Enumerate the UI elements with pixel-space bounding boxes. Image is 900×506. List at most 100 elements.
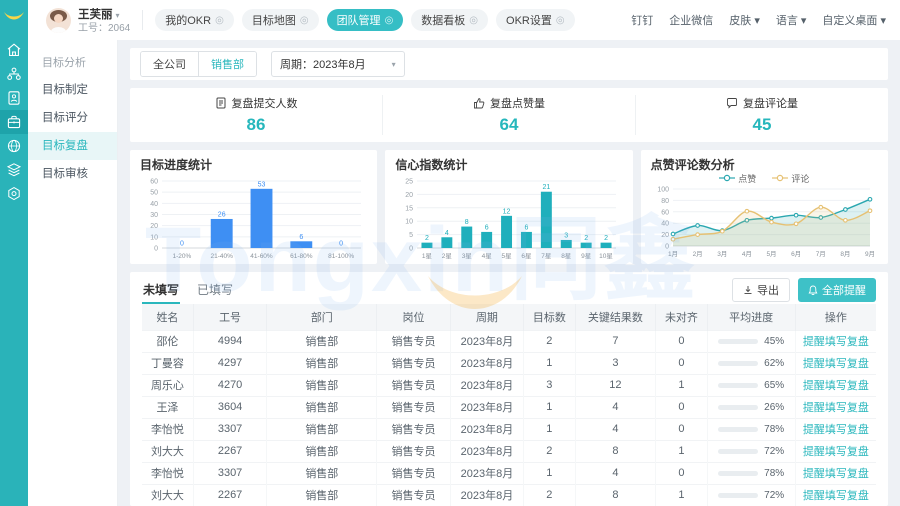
cell-工号: 3307	[193, 418, 266, 440]
svg-text:7月: 7月	[815, 250, 825, 258]
sidebar-item-0[interactable]: 目标制定	[28, 76, 117, 104]
scope-option-0[interactable]: 全公司	[141, 52, 198, 76]
thumb-up-icon	[473, 97, 485, 109]
rail-globe-icon[interactable]	[0, 134, 28, 158]
sidebar-item-1[interactable]: 目标评分	[28, 104, 117, 132]
remind-fill-link[interactable]: 提醒填写复盘	[803, 402, 869, 414]
remind-fill-link[interactable]: 提醒填写复盘	[803, 380, 869, 392]
avatar[interactable]	[46, 8, 71, 33]
svg-text:4月: 4月	[741, 250, 751, 258]
filter-bar: 全公司销售部 周期：2023年8月 ▾	[130, 48, 888, 80]
svg-text:0: 0	[339, 241, 343, 248]
chart-card-0: 目标进度统计010203040506001-20%2621-40%5341-60…	[130, 150, 377, 264]
svg-text:61-80%: 61-80%	[290, 253, 313, 260]
cell-action: 提醒填写复盘	[795, 374, 876, 396]
rail-gear-icon[interactable]	[0, 182, 28, 206]
rail-doc-user-icon[interactable]	[0, 86, 28, 110]
cell-工号: 4297	[193, 352, 266, 374]
target-ring-icon: ◎	[300, 15, 309, 26]
svg-text:10: 10	[150, 234, 158, 241]
svg-text:9星: 9星	[581, 252, 592, 260]
svg-text:2月: 2月	[692, 250, 702, 258]
period-dropdown[interactable]: 周期：2023年8月 ▾	[271, 51, 405, 77]
svg-text:8星: 8星	[562, 252, 573, 260]
cell-未对齐: 0	[656, 330, 707, 352]
cell-岗位: 销售专员	[377, 374, 450, 396]
svg-text:4星: 4星	[482, 252, 493, 260]
topbar: 王芙丽▾ 工号：2064 我的OKR◎ 目标地图◎ 团队管理◎ 数据看板◎ OKR设置◎…	[28, 0, 900, 40]
svg-text:80: 80	[661, 198, 669, 205]
cell-周期: 2023年8月	[450, 396, 523, 418]
stat-2: 复盘评论量 45	[635, 95, 888, 135]
app-logo[interactable]	[0, 0, 28, 34]
top-tab-4[interactable]: OKR设置◎	[496, 9, 575, 31]
topbar-action-2[interactable]: 皮肤 ▾	[729, 12, 760, 28]
scope-option-1[interactable]: 销售部	[198, 52, 256, 76]
cell-岗位: 销售专员	[377, 396, 450, 418]
remind-fill-link[interactable]: 提醒填写复盘	[803, 490, 869, 502]
cell-部门: 销售部	[267, 374, 377, 396]
remind-fill-link[interactable]: 提醒填写复盘	[803, 358, 869, 370]
cell-工号: 3604	[193, 396, 266, 418]
charts-row: 目标进度统计010203040506001-20%2621-40%5341-60…	[130, 150, 888, 264]
remind-fill-link[interactable]: 提醒填写复盘	[803, 424, 869, 436]
cell-关键结果数: 8	[575, 484, 656, 506]
topbar-action-4[interactable]: 自定义桌面 ▾	[822, 12, 886, 28]
export-button[interactable]: 导出	[732, 278, 790, 302]
stat-label: 复盘评论量	[743, 95, 798, 111]
sidebar-item-3[interactable]: 目标审核	[28, 160, 117, 188]
col-header-6: 关键结果数	[575, 304, 656, 330]
cell-部门: 销售部	[267, 418, 377, 440]
top-tab-2[interactable]: 团队管理◎	[327, 9, 404, 31]
topbar-action-1[interactable]: 企业微信	[669, 12, 713, 28]
user-block[interactable]: 王芙丽▾ 工号：2064	[78, 5, 130, 35]
table-row: 李怡悦3307销售部销售专员2023年8月14078%提醒填写复盘	[142, 462, 876, 484]
svg-text:60: 60	[150, 179, 158, 186]
svg-text:8: 8	[465, 219, 469, 226]
table-row: 刘大大2267销售部销售专员2023年8月28172%提醒填写复盘	[142, 440, 876, 462]
table-tab-0[interactable]: 未填写	[142, 277, 180, 304]
rail-home-icon[interactable]	[0, 38, 28, 62]
stat-value: 64	[383, 115, 635, 135]
remind-fill-link[interactable]: 提醒填写复盘	[803, 468, 869, 480]
chart-card-1: 信心指数统计051015202521星42星83星64星125星66星217星3…	[385, 150, 632, 264]
svg-text:5: 5	[409, 232, 413, 239]
rail-org-icon[interactable]	[0, 62, 28, 86]
cell-工号: 2267	[193, 484, 266, 506]
remind-fill-link[interactable]: 提醒填写复盘	[803, 446, 869, 458]
cell-姓名: 丁曼容	[142, 352, 193, 374]
cell-工号: 4270	[193, 374, 266, 396]
chart-title: 点赞评论数分析	[651, 158, 878, 172]
cell-周期: 2023年8月	[450, 330, 523, 352]
bar-chart-plot: 010203040506001-20%2621-40%5341-60%661-8…	[140, 172, 367, 260]
svg-text:15: 15	[406, 205, 414, 212]
svg-text:40: 40	[661, 221, 669, 228]
svg-text:21: 21	[543, 184, 551, 191]
sidebar-item-2[interactable]: 目标复盘	[28, 132, 117, 160]
remind-all-button[interactable]: 全部提醒	[798, 278, 876, 302]
stat-0: 复盘提交人数86	[130, 95, 382, 135]
target-ring-icon: ◎	[385, 15, 394, 26]
remind-fill-link[interactable]: 提醒填写复盘	[803, 336, 869, 348]
cell-progress: 72%	[707, 484, 795, 506]
col-header-4: 周期	[450, 304, 523, 330]
svg-text:5月: 5月	[766, 250, 776, 258]
table-row: 邵伦4994销售部销售专员2023年8月27045%提醒填写复盘	[142, 330, 876, 352]
top-tab-3[interactable]: 数据看板◎	[411, 9, 488, 31]
stat-value: 45	[636, 115, 888, 135]
svg-text:100: 100	[657, 187, 669, 194]
progress-bar	[718, 471, 758, 476]
legend-item: 点赞	[719, 172, 756, 185]
rail-layers-icon[interactable]	[0, 158, 28, 182]
top-tab-0[interactable]: 我的OKR◎	[155, 9, 234, 31]
topbar-action-3[interactable]: 语言 ▾	[776, 12, 807, 28]
top-tab-1[interactable]: 目标地图◎	[242, 9, 319, 31]
table-tab-1[interactable]: 已填写	[196, 277, 234, 304]
svg-text:50: 50	[150, 190, 158, 197]
table-row: 李怡悦3307销售部销售专员2023年8月14078%提醒填写复盘	[142, 418, 876, 440]
cell-目标数: 2	[524, 440, 575, 462]
cell-action: 提醒填写复盘	[795, 440, 876, 462]
cell-工号: 3307	[193, 462, 266, 484]
topbar-action-0[interactable]: 钉钉	[631, 12, 653, 28]
rail-briefcase-icon[interactable]	[0, 110, 28, 134]
